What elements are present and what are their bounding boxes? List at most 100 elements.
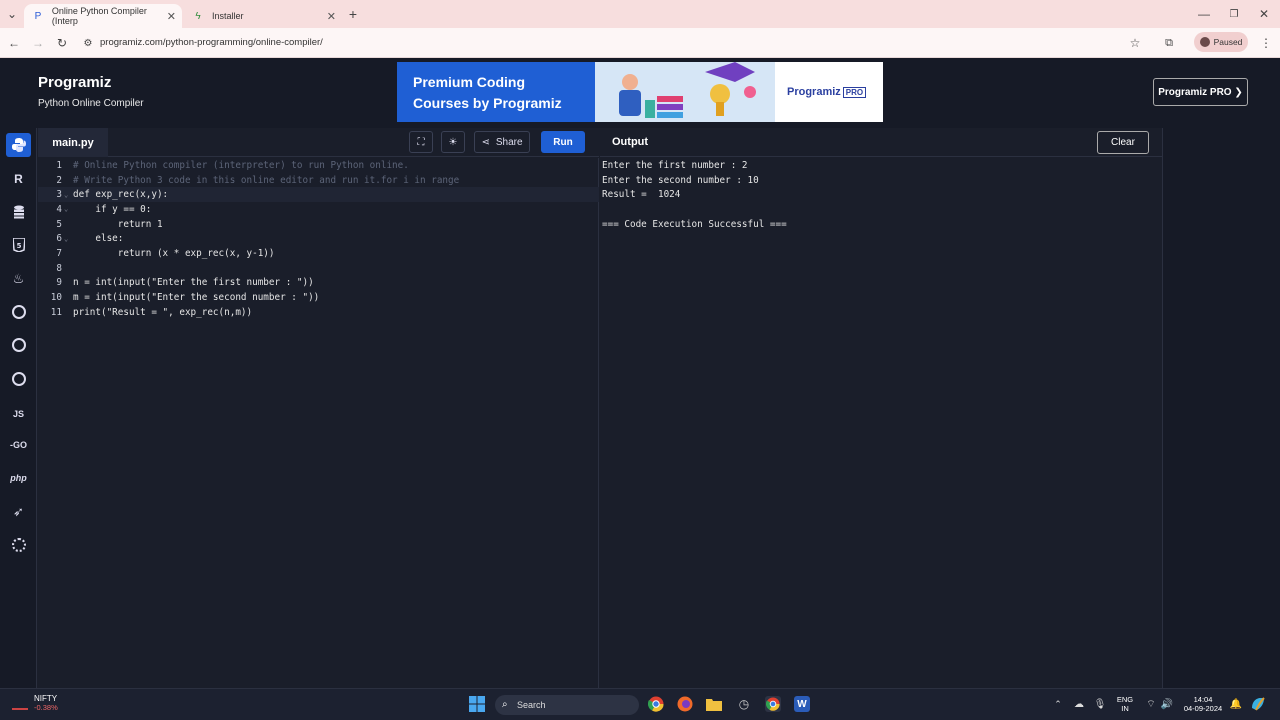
chart-down-icon xyxy=(12,696,28,710)
code-line: 1 # Online Python compiler (interpreter) … xyxy=(56,159,409,171)
programiz-pro-button[interactable]: Programiz PRO ❯ xyxy=(1153,78,1248,106)
wifi-icon[interactable]: ⌔ xyxy=(1143,696,1159,712)
share-label: Share xyxy=(495,136,523,148)
lang-go[interactable]: -GO xyxy=(6,433,31,457)
minimize-icon[interactable]: — xyxy=(1196,6,1212,22)
lang-sql[interactable] xyxy=(6,200,31,224)
lang-python[interactable] xyxy=(6,133,31,157)
site-header: Programiz Python Online Compiler Premium… xyxy=(0,58,1280,128)
file-tab-main[interactable]: main.py xyxy=(38,128,108,157)
output-console[interactable]: Enter the first number : 2 Enter the sec… xyxy=(600,158,1162,688)
theme-toggle-icon[interactable]: ☀ xyxy=(441,131,465,153)
run-button[interactable]: Run xyxy=(541,131,585,153)
new-tab-icon[interactable]: + xyxy=(345,6,361,22)
output-toolbar: Output Clear xyxy=(600,128,1162,157)
tab-menu-icon[interactable]: ⌄ xyxy=(4,6,20,22)
lang-r[interactable]: R xyxy=(6,167,31,191)
code-line: 8 xyxy=(56,262,62,274)
close-window-icon[interactable]: ✕ xyxy=(1256,6,1272,22)
java-icon: ♨ xyxy=(12,271,25,286)
windows-start-icon[interactable] xyxy=(469,696,485,712)
cloud-off-icon[interactable]: ☁ xyxy=(1071,696,1087,712)
share-icon: ⋖ xyxy=(481,136,490,148)
clear-button[interactable]: Clear xyxy=(1097,131,1149,154)
word-icon[interactable]: W xyxy=(794,696,810,712)
reload-icon[interactable]: ↻ xyxy=(54,35,70,51)
banner-illustration xyxy=(595,62,795,122)
code-line: 2 # Write Python 3 code in this online ed… xyxy=(56,174,460,186)
code-editor[interactable]: 1 # Online Python compiler (interpreter) … xyxy=(38,158,599,688)
python-icon xyxy=(11,138,26,152)
stock-ticker-widget[interactable]: NIFTY -0.38% xyxy=(12,694,58,712)
lang-html[interactable]: 5 xyxy=(6,233,31,257)
chrome-active-icon[interactable] xyxy=(765,696,781,712)
ticker-change: -0.38% xyxy=(34,703,58,712)
lang-cpp[interactable] xyxy=(6,333,31,357)
clock-date: 04-09-2024 xyxy=(1183,704,1223,713)
browser-tab-bar: ⌄ P Online Python Compiler (Interp ✕ ϟ I… xyxy=(0,0,1280,28)
lang-swift[interactable]: ➶ xyxy=(6,500,31,524)
site-info-icon[interactable]: ⚙ xyxy=(80,35,96,51)
bookmark-star-icon[interactable]: ☆ xyxy=(1127,35,1143,51)
copilot-icon[interactable] xyxy=(1250,696,1266,712)
code-line: 5 return 1 xyxy=(56,218,163,230)
lang-js[interactable]: JS xyxy=(6,402,31,426)
output-line: Enter the second number : 10 xyxy=(602,174,759,186)
browser-menu-icon[interactable]: ⋮ xyxy=(1258,35,1274,51)
volume-icon[interactable]: 🔊 xyxy=(1159,696,1175,712)
cpp-icon xyxy=(11,338,26,352)
editor-toolbar: main.py ⛶ ☀ ⋖ Share Run xyxy=(38,128,599,157)
back-icon[interactable]: ← xyxy=(6,35,22,51)
close-tab-icon[interactable]: ✕ xyxy=(167,10,176,23)
search-icon: ⌕ xyxy=(502,699,508,710)
programiz-favicon-icon: P xyxy=(34,10,42,22)
output-line: Result = 1024 xyxy=(602,189,681,201)
taskbar: NIFTY -0.38% ⌕ Search ◷ W ⌃ ☁ 🎙 ENG IN ⌔… xyxy=(0,688,1280,720)
lang-java[interactable]: ♨ xyxy=(6,267,31,291)
url-input[interactable]: programiz.com/python-programming/online-… xyxy=(100,34,323,52)
clock[interactable]: 14:04 04-09-2024 xyxy=(1180,695,1226,713)
lang-php[interactable]: php xyxy=(6,466,31,490)
firefox-icon[interactable] xyxy=(677,696,693,712)
extensions-icon[interactable]: ⧉ xyxy=(1161,35,1177,51)
share-button[interactable]: ⋖ Share xyxy=(474,131,530,153)
chrome-icon[interactable] xyxy=(648,696,664,712)
lang-csharp[interactable] xyxy=(6,367,31,391)
banner-line-2: Courses by Programiz xyxy=(413,95,562,111)
lang-rust[interactable] xyxy=(6,533,31,557)
file-explorer-icon[interactable] xyxy=(706,696,722,712)
restore-icon[interactable]: ❐ xyxy=(1226,6,1242,22)
input-language[interactable]: ENG IN xyxy=(1112,695,1138,713)
html-icon: 5 xyxy=(12,238,25,252)
code-line: 9n = int(input("Enter the first number :… xyxy=(56,277,314,289)
banner-brand: Programiz xyxy=(787,86,841,98)
programiz-logo[interactable]: Programiz xyxy=(38,74,111,91)
lightning-favicon-icon: ϟ xyxy=(195,10,201,22)
language-sidebar: R 5 ♨ JS -GO php ➶ xyxy=(0,128,37,688)
address-bar: ← → ↻ ⚙ programiz.com/python-programming… xyxy=(0,28,1280,58)
forward-icon[interactable]: → xyxy=(30,35,46,51)
page-subtitle: Python Online Compiler xyxy=(38,98,144,109)
close-tab-icon[interactable]: ✕ xyxy=(327,10,336,23)
tab-python-compiler[interactable]: P Online Python Compiler (Interp ✕ xyxy=(24,4,182,28)
tab-installer[interactable]: ϟ Installer ✕ xyxy=(184,4,342,28)
fullscreen-icon[interactable]: ⛶ xyxy=(409,131,433,153)
promo-banner[interactable]: Premium Coding Courses by Programiz Prog… xyxy=(397,62,883,122)
tab-title: Installer xyxy=(212,11,244,21)
output-line: Enter the first number : 2 xyxy=(602,160,748,171)
code-line: 7 return (x * exp_rec(x, y-1)) xyxy=(56,248,275,260)
swift-icon: ➶ xyxy=(13,504,24,519)
search-placeholder: Search xyxy=(517,700,546,710)
tray-chevron-icon[interactable]: ⌃ xyxy=(1050,696,1066,712)
code-line: 10 m = int(input("Enter the second number… xyxy=(50,292,320,304)
avatar xyxy=(1199,37,1210,47)
notification-bell-icon[interactable]: 🔔 xyxy=(1228,696,1244,712)
banner-line-1: Premium Coding xyxy=(413,74,526,90)
profile-label: Paused xyxy=(1213,37,1243,47)
clock-app-icon[interactable]: ◷ xyxy=(736,696,752,712)
profile-button[interactable]: Paused xyxy=(1194,32,1248,52)
taskbar-search-input[interactable]: ⌕ Search xyxy=(495,695,639,715)
lang-c[interactable] xyxy=(6,300,31,324)
csharp-icon xyxy=(11,372,26,386)
microphone-icon[interactable]: 🎙 xyxy=(1092,696,1108,712)
